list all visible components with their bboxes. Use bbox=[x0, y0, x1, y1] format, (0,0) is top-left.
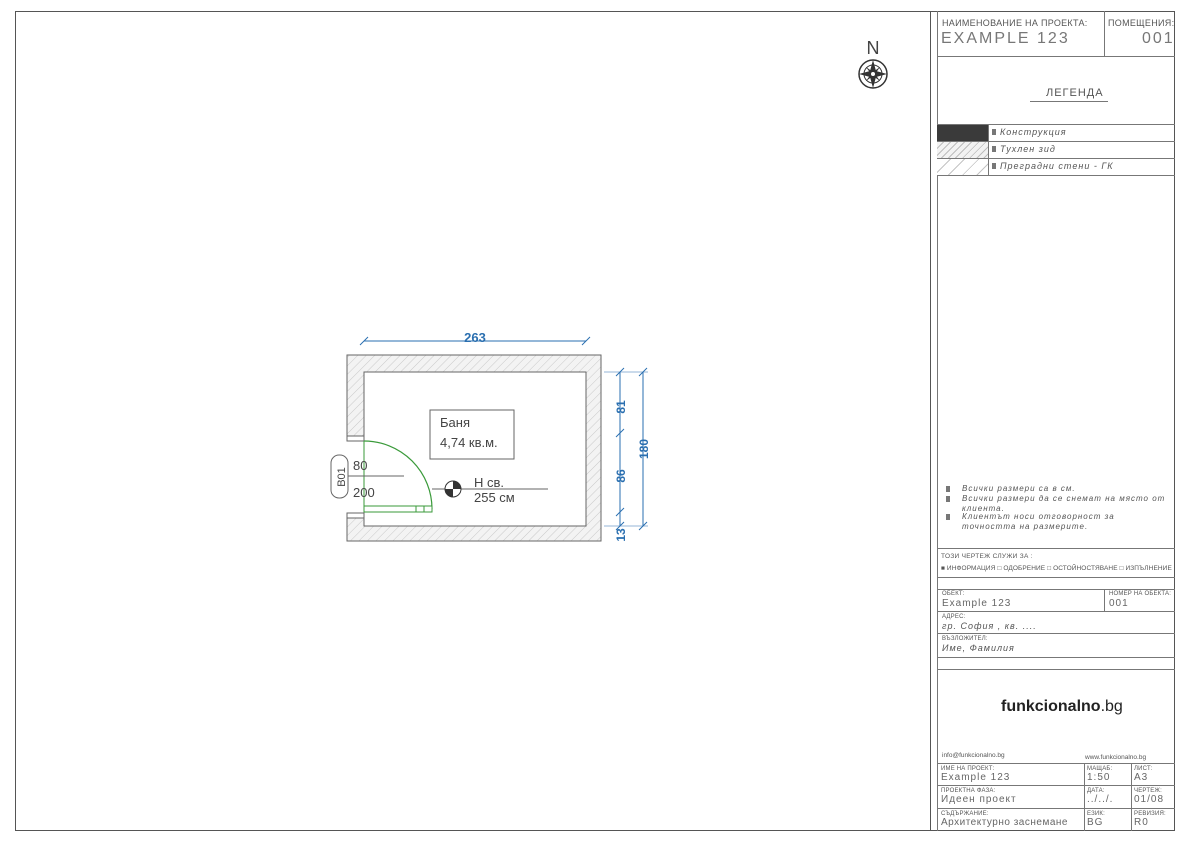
rooms-label: ПОМЕЩЕНИЯ: bbox=[1108, 18, 1175, 28]
legend-swatch-brick bbox=[937, 142, 988, 158]
legend-swatch-construction bbox=[937, 125, 988, 141]
object-value: Example 123 bbox=[942, 598, 1012, 609]
north-arrow-icon: N bbox=[858, 38, 888, 89]
project-label: НАИМЕНОВАНИЕ НА ПРОЕКТА: bbox=[942, 18, 1088, 28]
brand-main: funkcionalno bbox=[1001, 698, 1101, 715]
rooms-value: 001 bbox=[1142, 30, 1175, 47]
height-marker: Н св. 255 см bbox=[432, 475, 548, 505]
address-value: гр. София , кв. .... bbox=[942, 621, 1037, 631]
height-label: Н св. bbox=[474, 475, 504, 490]
bullet-icon bbox=[992, 129, 996, 135]
revision-value: R0 bbox=[1134, 817, 1149, 828]
email: info@funkcionalno.bg bbox=[942, 752, 1005, 759]
height-value: 255 см bbox=[474, 490, 515, 505]
dimension-height: 180 bbox=[637, 439, 651, 459]
floor-plan: В01 80 200 Баня 4,74 кв.м. Н св. 255 см … bbox=[330, 38, 888, 542]
brand-logo: funkcionalno.bg bbox=[1001, 698, 1123, 716]
note-1: Всички размери са в см. bbox=[962, 484, 1076, 493]
legend-swatch-gk bbox=[937, 159, 988, 175]
legend-item-gk: Преградни стени - ГК bbox=[1000, 161, 1114, 171]
dimension-lower: 13 bbox=[614, 528, 628, 542]
object-label: ОБЕКТ: bbox=[942, 591, 965, 597]
purpose-options: ■ ИНФОРМАЦИЯ □ ОДОБРЕНИЕ □ ОСТОЙНОСТЯВАН… bbox=[941, 565, 1172, 572]
date-value: ../../. bbox=[1087, 794, 1114, 805]
website: www.funkcionalno.bg bbox=[1085, 754, 1147, 761]
legend-title: ЛЕГЕНДА bbox=[1046, 87, 1104, 99]
bullet-icon bbox=[946, 486, 950, 492]
object-no-value: 001 bbox=[1109, 598, 1129, 609]
purpose-label: ТОЗИ ЧЕРТЕЖ СЛУЖИ ЗА : bbox=[941, 553, 1033, 560]
bullet-icon bbox=[946, 496, 950, 502]
room-name: Баня bbox=[440, 415, 470, 430]
legend-item-construction: Конструкция bbox=[1000, 127, 1067, 137]
door-tag: В01 80 200 bbox=[330, 454, 404, 500]
address-label: АДРЕС: bbox=[942, 614, 966, 620]
north-label: N bbox=[867, 38, 880, 58]
room-label: Баня 4,74 кв.м. bbox=[429, 409, 515, 460]
drawing-value: 01/08 bbox=[1134, 794, 1165, 805]
room-area: 4,74 кв.м. bbox=[440, 435, 498, 450]
dimension-upper: 81 bbox=[614, 400, 628, 414]
client-value: Име, Фамилия bbox=[942, 643, 1015, 653]
bullet-icon bbox=[946, 514, 950, 520]
lang-value: BG bbox=[1087, 817, 1104, 828]
sheet-value: A3 bbox=[1134, 772, 1149, 783]
note-3: Клиентът носи отговорност за точността н… bbox=[962, 512, 1115, 531]
brand-tld: .bg bbox=[1100, 698, 1123, 715]
phase-value: Идеен проект bbox=[941, 794, 1017, 805]
legend-item-brick: Тухлен зид bbox=[1000, 144, 1056, 154]
door-height: 200 bbox=[353, 485, 375, 500]
titleblock-separator bbox=[930, 11, 931, 831]
content-value: Архитектурно заснемане bbox=[941, 817, 1068, 828]
bullet-icon bbox=[992, 163, 996, 169]
scale-value: 1:50 bbox=[1087, 772, 1111, 783]
project-name-value: Example 123 bbox=[941, 772, 1011, 783]
title-block: НАИМЕНОВАНИЕ НА ПРОЕКТА: EXAMPLE 123 ПОМ… bbox=[937, 11, 1175, 831]
client-label: ВЪЗЛОЖИТЕЛ: bbox=[942, 636, 988, 642]
dimension-width: 263 bbox=[464, 330, 486, 345]
object-no-label: НОМЕР НА ОБЕКТА: bbox=[1109, 591, 1172, 597]
note-2: Всички размери да се снемат на място от … bbox=[962, 494, 1166, 513]
project-value: EXAMPLE 123 bbox=[941, 30, 1070, 47]
bullet-icon bbox=[992, 146, 996, 152]
door-width: 80 bbox=[353, 458, 367, 473]
dimension-middle: 86 bbox=[614, 469, 628, 483]
door-tag-label: В01 bbox=[336, 467, 348, 487]
